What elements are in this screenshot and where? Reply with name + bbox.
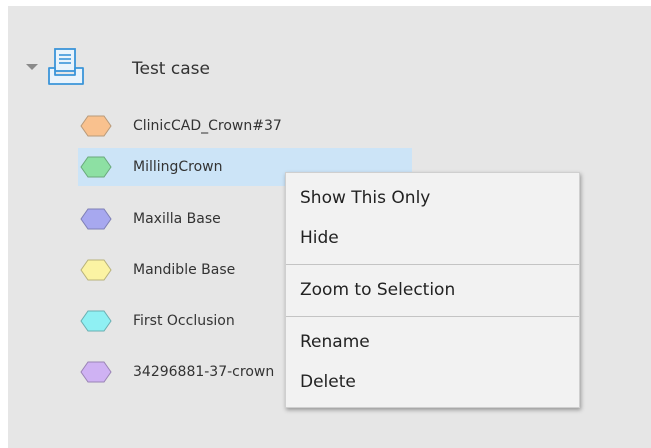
tree-item-label: Maxilla Base (133, 211, 221, 227)
menu-separator (286, 264, 579, 265)
tree-item-label: MillingCrown (133, 159, 223, 175)
tree-item-label: ClinicCAD_Crown#37 (133, 118, 282, 134)
hexagon-icon (80, 156, 112, 178)
tree-item-clinic-cad-crown[interactable]: ClinicCAD_Crown#37 (78, 107, 412, 145)
menu-item-rename[interactable]: Rename (300, 332, 370, 352)
tree-item-label: Mandible Base (133, 262, 236, 278)
tree-root-label: Test case (132, 59, 210, 79)
hexagon-icon (80, 208, 112, 230)
tree-item-label: First Occlusion (133, 313, 235, 329)
menu-item-delete[interactable]: Delete (300, 372, 356, 392)
context-menu: Show This Only Hide Zoom to Selection Re… (285, 172, 580, 408)
hexagon-icon (80, 361, 112, 383)
case-tray-icon (48, 48, 84, 85)
hexagon-icon (80, 259, 112, 281)
menu-item-zoom-to-selection[interactable]: Zoom to Selection (300, 280, 455, 300)
hexagon-icon (80, 115, 112, 137)
menu-item-hide[interactable]: Hide (300, 228, 339, 248)
hexagon-icon (80, 310, 112, 332)
expand-arrow-icon[interactable] (26, 64, 38, 70)
menu-item-show-this-only[interactable]: Show This Only (300, 188, 430, 208)
tree-root-test-case[interactable]: Test case (8, 46, 428, 94)
tree-item-label: 34296881-37-crown (133, 364, 275, 380)
menu-separator (286, 316, 579, 317)
